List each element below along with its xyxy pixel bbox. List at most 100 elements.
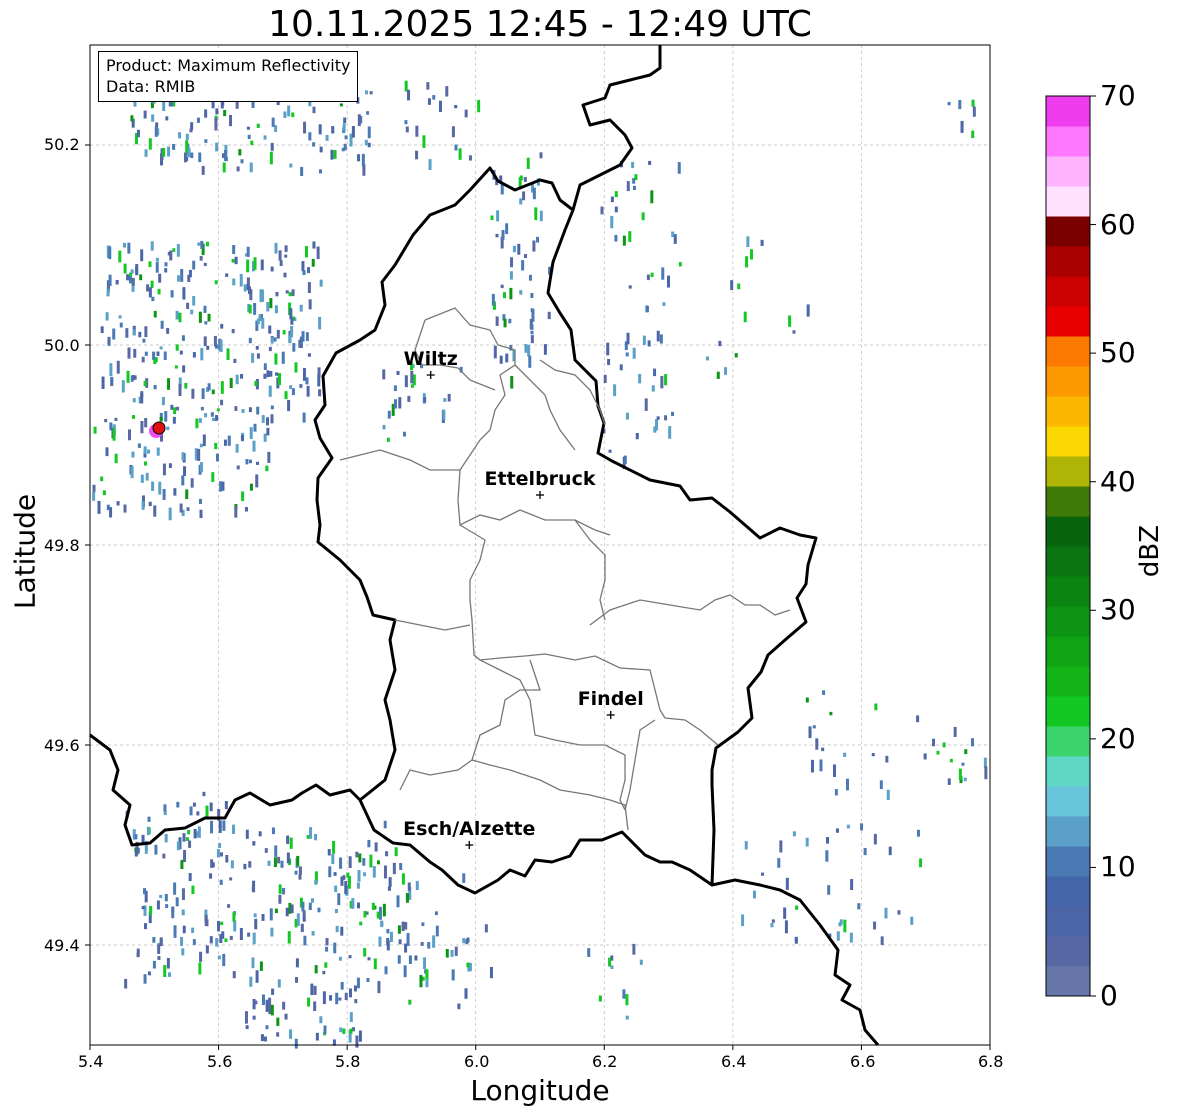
radar-echo-pixel bbox=[314, 833, 318, 841]
radar-echo-pixel bbox=[668, 426, 672, 439]
radar-echo-pixel bbox=[587, 948, 591, 957]
radar-echo-pixel bbox=[656, 416, 660, 420]
colorbar-tick-label: 70 bbox=[1100, 79, 1136, 112]
radar-echo-pixel bbox=[662, 302, 666, 306]
radar-echo-pixel bbox=[288, 334, 292, 344]
radar-echo-pixel bbox=[163, 804, 167, 812]
radar-echo-pixel bbox=[248, 407, 252, 413]
radar-echo-pixel bbox=[209, 936, 213, 944]
radar-echo-pixel bbox=[260, 1034, 264, 1042]
radar-echo-pixel bbox=[846, 824, 850, 829]
radar-echo-pixel bbox=[92, 491, 96, 501]
radar-echo-pixel bbox=[374, 842, 378, 852]
radar-echo-pixel bbox=[501, 229, 505, 241]
radar-echo-pixel bbox=[127, 347, 131, 359]
radar-echo-pixel bbox=[528, 274, 532, 281]
radar-echo-pixel bbox=[182, 833, 186, 842]
colorbar-tick-label: 0 bbox=[1100, 979, 1118, 1012]
radar-echo-pixel bbox=[660, 375, 664, 389]
radar-echo-pixel bbox=[788, 315, 792, 327]
radar-echo-pixel bbox=[132, 329, 136, 335]
radar-echo-pixel bbox=[156, 900, 160, 910]
radar-echo-pixel bbox=[191, 927, 195, 933]
colorbar-tick-label: 50 bbox=[1100, 336, 1136, 369]
radar-echo-pixel bbox=[290, 904, 294, 914]
radar-echo-pixel bbox=[151, 481, 155, 491]
radar-echo-pixel bbox=[821, 747, 825, 752]
radar-echo-pixel bbox=[229, 877, 233, 881]
colorbar-segment bbox=[1046, 216, 1090, 247]
colorbar-tick-label: 30 bbox=[1100, 593, 1136, 626]
radar-echo-pixel bbox=[812, 725, 816, 729]
radar-echo-pixel bbox=[199, 462, 203, 473]
radar-echo-pixel bbox=[234, 505, 238, 518]
radar-echo-pixel bbox=[199, 509, 203, 519]
radar-echo-pixel bbox=[134, 834, 138, 840]
radar-echo-pixel bbox=[984, 766, 988, 780]
radar-echo-pixel bbox=[250, 140, 254, 146]
radar-echo-pixel bbox=[307, 353, 311, 357]
radar-echo-pixel bbox=[251, 353, 255, 363]
colorbar-segment bbox=[1046, 756, 1090, 787]
radar-echo-pixel bbox=[949, 758, 953, 763]
radar-echo-pixel bbox=[241, 491, 245, 502]
radar-echo-pixel bbox=[215, 108, 219, 115]
radar-echo-pixel bbox=[296, 855, 300, 867]
radar-echo-pixel bbox=[196, 117, 200, 123]
radar-echo-pixel bbox=[737, 283, 741, 290]
radar-echo-pixel bbox=[140, 474, 144, 483]
radar-echo-pixel bbox=[805, 697, 809, 703]
radar-echo-pixel bbox=[289, 163, 293, 168]
radar-echo-pixel bbox=[536, 236, 540, 243]
radar-echo-pixel bbox=[211, 472, 215, 483]
radar-echo-pixel bbox=[361, 153, 365, 167]
radar-echo-pixel bbox=[358, 1030, 362, 1042]
radar-echo-pixel bbox=[143, 974, 147, 984]
radar-echo-pixel bbox=[339, 103, 343, 107]
radar-echo-pixel bbox=[176, 406, 180, 411]
radar-echo-pixel bbox=[286, 852, 290, 864]
radar-echo-pixel bbox=[308, 299, 312, 310]
radar-echo-pixel bbox=[277, 979, 281, 988]
radar-echo-pixel bbox=[329, 995, 333, 1001]
radar-echo-pixel bbox=[164, 893, 168, 902]
radar-echo-pixel bbox=[289, 1029, 293, 1039]
radar-echo-pixel bbox=[963, 777, 967, 782]
radar-echo-pixel bbox=[224, 801, 228, 810]
radar-echo-pixel bbox=[282, 330, 286, 335]
radar-echo-pixel bbox=[530, 324, 534, 330]
radar-echo-pixel bbox=[121, 380, 125, 393]
radar-echo-pixel bbox=[225, 854, 229, 863]
radar-echo-pixel bbox=[190, 309, 194, 315]
radar-echo-pixel bbox=[753, 890, 757, 899]
radar-echo-pixel bbox=[217, 955, 221, 960]
radar-echo-pixel bbox=[916, 829, 920, 837]
radar-echo-pixel bbox=[750, 249, 754, 260]
radar-echo-pixel bbox=[170, 404, 174, 410]
radar-echo-pixel bbox=[785, 877, 789, 890]
radar-echo-pixel bbox=[232, 971, 236, 979]
radar-echo-pixel bbox=[371, 902, 375, 910]
radar-echo-pixel bbox=[198, 311, 202, 323]
radar-echo-pixel bbox=[366, 977, 370, 982]
radar-echo-pixel bbox=[147, 971, 151, 976]
radar-echo-pixel bbox=[308, 902, 312, 911]
radar-echo-pixel bbox=[167, 146, 171, 157]
radar-echo-pixel bbox=[794, 936, 798, 943]
radar-echo-pixel bbox=[193, 828, 197, 839]
radar-echo-pixel bbox=[314, 965, 318, 974]
radar-echo-pixel bbox=[349, 1028, 353, 1034]
radar-echo-pixel bbox=[239, 273, 243, 287]
radar-echo-pixel bbox=[219, 879, 223, 885]
radar-echo-pixel bbox=[509, 287, 513, 300]
radar-echo-pixel bbox=[246, 284, 250, 290]
colorbar-segment bbox=[1046, 366, 1090, 397]
radar-echo-pixel bbox=[306, 385, 310, 397]
radar-echo-pixel bbox=[267, 860, 271, 866]
radar-echo-pixel bbox=[256, 353, 260, 359]
radar-echo-pixel bbox=[343, 117, 347, 124]
radar-echo-pixel bbox=[192, 802, 196, 807]
radar-echo-pixel bbox=[198, 152, 202, 163]
radar-echo-pixel bbox=[646, 274, 650, 281]
radar-echo-pixel bbox=[210, 820, 214, 834]
